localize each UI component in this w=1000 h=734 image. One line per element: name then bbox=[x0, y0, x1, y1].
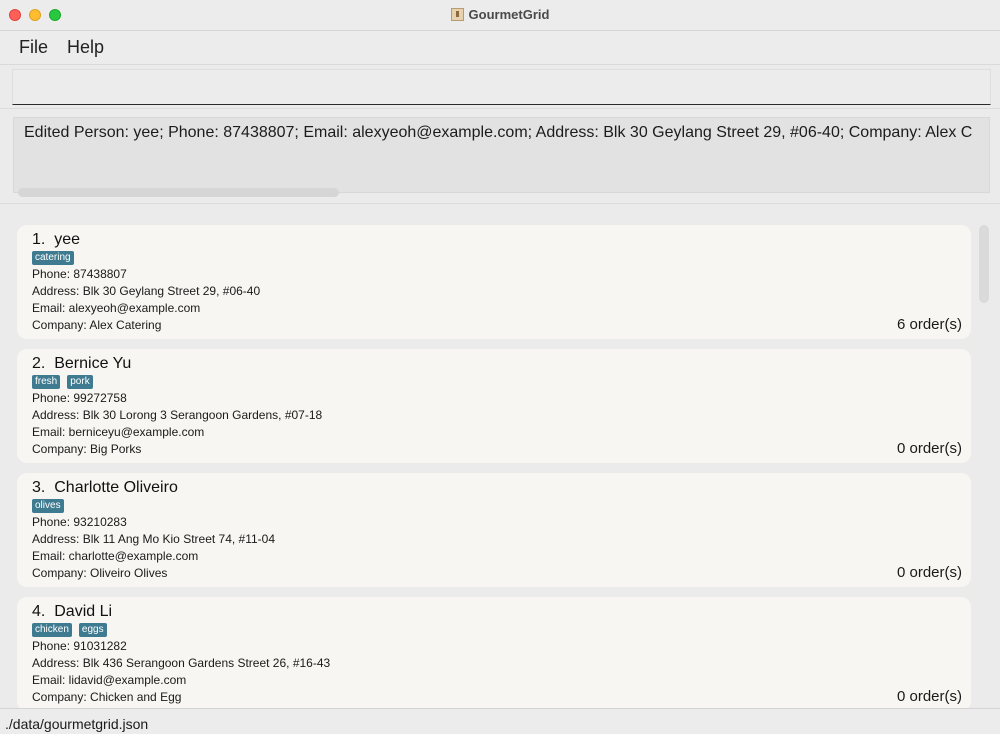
person-card[interactable]: 3. Charlotte Oliveiro olives Phone: 9321… bbox=[17, 473, 971, 587]
person-name: Charlotte Oliveiro bbox=[54, 479, 178, 496]
result-display: Edited Person: yee; Phone: 87438807; Ema… bbox=[13, 117, 990, 193]
title-bar: GourmetGrid bbox=[0, 0, 1000, 31]
tag: chicken bbox=[32, 623, 72, 637]
order-count: 0 order(s) bbox=[896, 564, 962, 581]
person-email: Email: charlotte@example.com bbox=[32, 549, 199, 563]
window-title: GourmetGrid bbox=[468, 7, 550, 22]
person-company: Company: Oliveiro Olives bbox=[32, 566, 168, 580]
tag-list: catering bbox=[32, 251, 81, 265]
person-address: Address: Blk 11 Ang Mo Kio Street 74, #1… bbox=[32, 532, 276, 546]
list-vertical-scrollbar[interactable] bbox=[979, 225, 989, 303]
tag: pork bbox=[67, 375, 93, 389]
command-panel bbox=[0, 64, 1000, 108]
person-name: Bernice Yu bbox=[54, 355, 132, 372]
person-card[interactable]: 1. yee catering Phone: 87438807 Address:… bbox=[17, 225, 971, 339]
tag: fresh bbox=[32, 375, 61, 389]
person-email: Email: berniceyu@example.com bbox=[32, 425, 205, 439]
person-phone: Phone: 87438807 bbox=[32, 267, 127, 281]
result-horizontal-scrollbar[interactable] bbox=[18, 188, 339, 197]
person-address: Address: Blk 30 Geylang Street 29, #06-4… bbox=[32, 284, 261, 298]
order-count: 0 order(s) bbox=[896, 688, 962, 705]
person-address: Address: Blk 436 Serangoon Gardens Stree… bbox=[32, 656, 331, 670]
tag: olives bbox=[32, 499, 64, 513]
app-icon bbox=[450, 8, 464, 21]
person-index: 3. bbox=[32, 479, 46, 496]
window-title-area: GourmetGrid bbox=[0, 7, 1000, 22]
person-company: Company: Chicken and Egg bbox=[32, 690, 182, 704]
person-company: Company: Big Porks bbox=[32, 442, 142, 456]
person-name: yee bbox=[54, 231, 81, 248]
command-box bbox=[12, 69, 991, 105]
order-count: 0 order(s) bbox=[896, 440, 962, 457]
status-bar: ./data/gourmetgrid.json bbox=[0, 708, 1000, 734]
tag: eggs bbox=[78, 623, 107, 637]
person-name-line: 2. Bernice Yu bbox=[32, 355, 131, 373]
menu-bar: File Help bbox=[0, 31, 1000, 64]
person-phone: Phone: 93210283 bbox=[32, 515, 127, 529]
tag-list: fresh pork bbox=[32, 375, 100, 389]
person-email: Email: alexyeoh@example.com bbox=[32, 301, 201, 315]
order-count: 6 order(s) bbox=[896, 316, 962, 333]
person-list: 1. yee catering Phone: 87438807 Address:… bbox=[0, 205, 1000, 708]
person-name-line: 4. David Li bbox=[32, 603, 112, 621]
menu-help[interactable]: Help bbox=[67, 37, 104, 58]
person-company: Company: Alex Catering bbox=[32, 318, 162, 332]
tag: catering bbox=[32, 251, 74, 265]
menu-file[interactable]: File bbox=[19, 37, 48, 58]
person-name-line: 1. yee bbox=[32, 231, 80, 249]
person-name: David Li bbox=[54, 603, 113, 620]
person-phone: Phone: 91031282 bbox=[32, 639, 127, 653]
person-phone: Phone: 99272758 bbox=[32, 391, 127, 405]
tag-list: chicken eggs bbox=[32, 623, 114, 637]
command-input[interactable] bbox=[13, 70, 990, 104]
person-card[interactable]: 2. Bernice Yu fresh pork Phone: 99272758 … bbox=[17, 349, 971, 463]
person-name-line: 3. Charlotte Oliveiro bbox=[32, 479, 178, 497]
tag-list: olives bbox=[32, 499, 71, 513]
person-email: Email: lidavid@example.com bbox=[32, 673, 187, 687]
person-index: 2. bbox=[32, 355, 46, 372]
person-index: 1. bbox=[32, 231, 46, 248]
person-index: 4. bbox=[32, 603, 46, 620]
result-text: Edited Person: yee; Phone: 87438807; Ema… bbox=[24, 124, 973, 141]
person-address: Address: Blk 30 Lorong 3 Serangoon Garde… bbox=[32, 408, 323, 422]
save-location: ./data/gourmetgrid.json bbox=[5, 716, 149, 732]
person-card[interactable]: 4. David Li chicken eggs Phone: 91031282 … bbox=[17, 597, 971, 708]
